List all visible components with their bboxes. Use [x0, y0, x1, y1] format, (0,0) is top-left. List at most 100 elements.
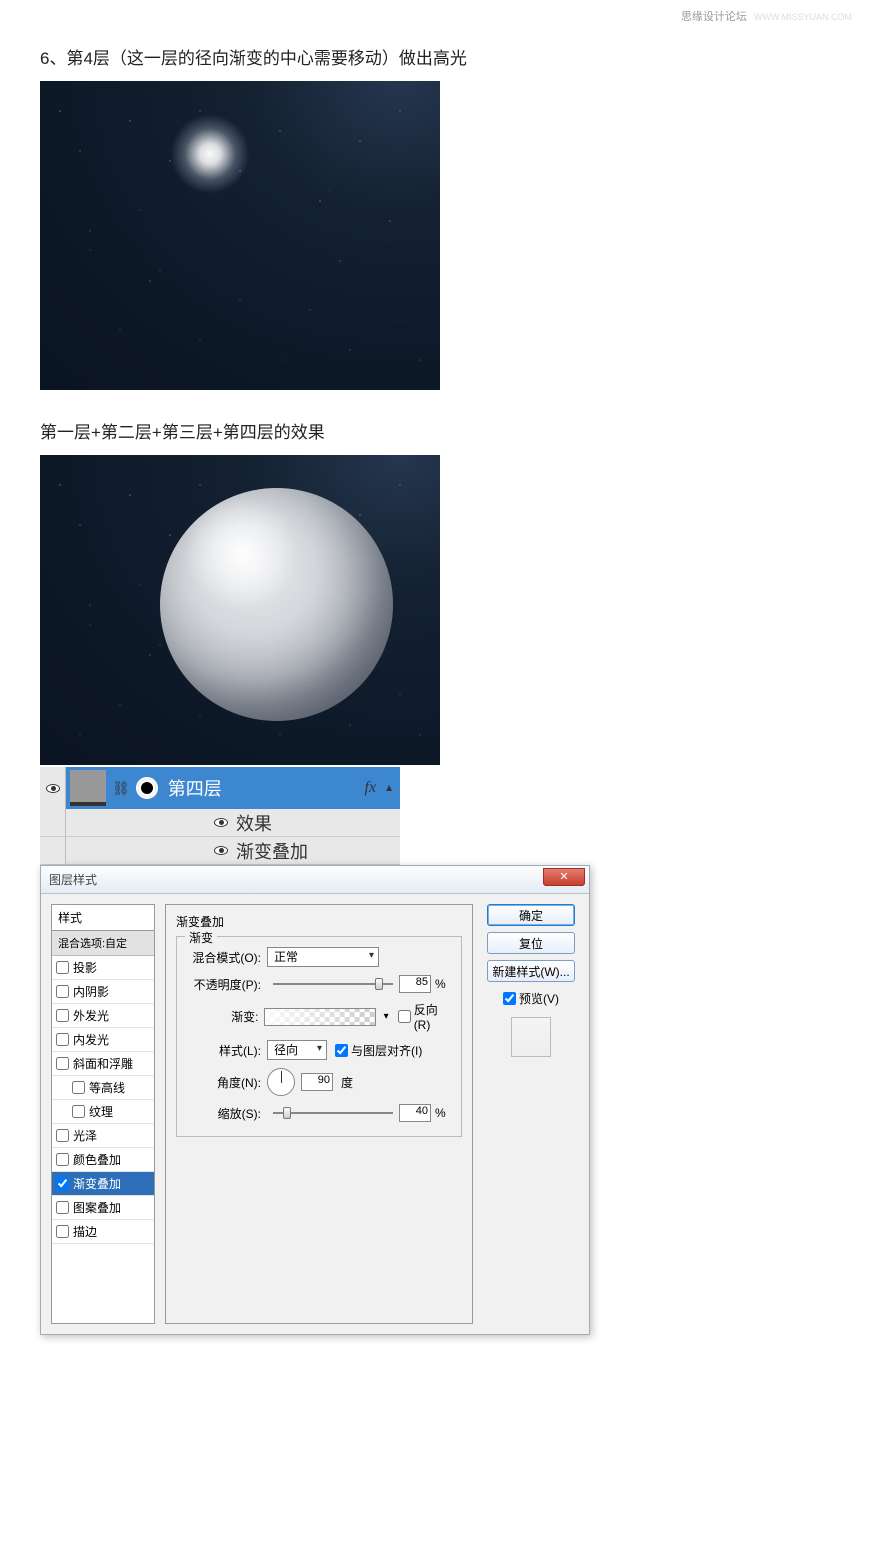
style-checkbox[interactable] [56, 961, 69, 974]
opacity-label: 不透明度(P): [185, 976, 261, 993]
layer-row[interactable]: ⛓ 第四层 fx ▲ [40, 767, 400, 809]
style-item-label: 外发光 [73, 1007, 109, 1024]
style-item[interactable]: 投影 [52, 956, 154, 980]
watermark-text-1: 思缘设计论坛 [681, 11, 747, 23]
style-item[interactable]: 图案叠加 [52, 1196, 154, 1220]
opacity-slider[interactable] [273, 983, 393, 985]
mask-thumbnail[interactable] [136, 777, 158, 799]
style-item[interactable]: 内发光 [52, 1028, 154, 1052]
style-item[interactable]: 外发光 [52, 1004, 154, 1028]
style-item-label: 投影 [73, 959, 97, 976]
style-item[interactable]: 纹理 [52, 1100, 154, 1124]
style-item-label: 纹理 [89, 1103, 113, 1120]
style-checkbox[interactable] [56, 1225, 69, 1238]
blend-mode-select[interactable]: 正常 [267, 947, 379, 967]
eye-icon[interactable] [214, 846, 228, 855]
style-checkbox[interactable] [72, 1081, 85, 1094]
scale-slider[interactable] [273, 1112, 393, 1114]
style-item[interactable]: 等高线 [52, 1076, 154, 1100]
style-checkbox[interactable] [56, 1057, 69, 1070]
watermark: 思缘设计论坛 WWW.MISSYUAN.COM [681, 8, 852, 24]
preview-image-highlight [40, 81, 440, 390]
gradient-overlay-row[interactable]: 渐变叠加 [40, 837, 400, 865]
style-checkbox[interactable] [56, 1201, 69, 1214]
style-item[interactable]: 颜色叠加 [52, 1148, 154, 1172]
dialog-buttons: 确定 复位 新建样式(W)... 预览(V) [483, 904, 579, 1324]
new-style-button[interactable]: 新建样式(W)... [487, 960, 575, 982]
style-item-label: 斜面和浮雕 [73, 1055, 133, 1072]
scale-input[interactable]: 40 [399, 1104, 431, 1122]
preview-toggle[interactable]: 预览(V) [503, 990, 559, 1007]
style-checkbox[interactable] [56, 985, 69, 998]
watermark-text-2: WWW.MISSYUAN.COM [754, 12, 852, 22]
style-item[interactable]: 渐变叠加 [52, 1172, 154, 1196]
link-icon: ⛓ [112, 780, 130, 797]
style-item[interactable]: 斜面和浮雕 [52, 1052, 154, 1076]
style-item-label: 内阴影 [73, 983, 109, 1000]
combined-caption: 第一层+第二层+第三层+第四层的效果 [40, 418, 832, 443]
layer-style-dialog: 图层样式 ✕ 样式 混合选项:自定 投影内阴影外发光内发光斜面和浮雕等高线纹理光… [40, 865, 590, 1335]
titlebar[interactable]: 图层样式 ✕ [41, 866, 589, 894]
style-select[interactable]: 径向 [267, 1040, 327, 1060]
style-item-label: 等高线 [89, 1079, 125, 1096]
fieldset-legend: 渐变 [185, 929, 217, 946]
eye-icon [46, 784, 60, 793]
layer-thumbnail[interactable] [70, 770, 106, 806]
eye-icon[interactable] [214, 818, 228, 827]
layer-name[interactable]: 第四层 [168, 775, 365, 801]
degree-label: 度 [341, 1074, 353, 1091]
sphere [160, 488, 393, 721]
style-item-label: 图案叠加 [73, 1199, 121, 1216]
angle-input[interactable]: 90 [301, 1073, 333, 1091]
style-checkbox[interactable] [56, 1129, 69, 1142]
slider-thumb[interactable] [283, 1107, 291, 1119]
fx-collapse-arrow[interactable]: ▲ [384, 783, 394, 794]
gradient-label: 渐变: [185, 1008, 258, 1025]
blend-options-item[interactable]: 混合选项:自定 [52, 931, 154, 956]
gradient-picker[interactable] [264, 1008, 375, 1026]
style-checkbox[interactable] [56, 1153, 69, 1166]
style-checkbox[interactable] [56, 1033, 69, 1046]
style-item[interactable]: 描边 [52, 1220, 154, 1244]
style-checkbox[interactable] [56, 1177, 69, 1190]
layers-panel: ⛓ 第四层 fx ▲ 效果 渐变叠加 [40, 767, 400, 865]
settings-panel: 渐变叠加 渐变 混合模式(O): 正常 不透明度(P): 85 % 渐变: [165, 904, 473, 1324]
angle-label: 角度(N): [185, 1074, 261, 1091]
effects-row[interactable]: 效果 [40, 809, 400, 837]
styles-header[interactable]: 样式 [52, 905, 154, 931]
reverse-label: 反向(R) [414, 1001, 453, 1032]
style-item-label: 渐变叠加 [73, 1175, 121, 1192]
group-title: 渐变叠加 [176, 913, 462, 930]
styles-list: 样式 混合选项:自定 投影内阴影外发光内发光斜面和浮雕等高线纹理光泽颜色叠加渐变… [51, 904, 155, 1324]
reverse-checkbox[interactable] [398, 1010, 411, 1023]
preview-label: 预览(V) [519, 990, 559, 1007]
align-checkbox[interactable] [335, 1044, 348, 1057]
gradient-fieldset: 渐变 混合模式(O): 正常 不透明度(P): 85 % 渐变: [176, 936, 462, 1137]
ok-button[interactable]: 确定 [487, 904, 575, 926]
visibility-toggle[interactable] [40, 809, 66, 836]
style-item[interactable]: 内阴影 [52, 980, 154, 1004]
effects-label: 效果 [236, 810, 272, 836]
preview-swatch [511, 1017, 551, 1057]
style-checkbox[interactable] [56, 1009, 69, 1022]
step-6-text: 6、第4层（这一层的径向渐变的中心需要移动）做出高光 [40, 44, 832, 69]
style-label: 样式(L): [185, 1042, 261, 1059]
style-item-label: 光泽 [73, 1127, 97, 1144]
style-checkbox[interactable] [72, 1105, 85, 1118]
style-item-label: 内发光 [73, 1031, 109, 1048]
visibility-toggle[interactable] [40, 837, 66, 864]
percent-sign: % [435, 1106, 446, 1120]
reset-button[interactable]: 复位 [487, 932, 575, 954]
preview-image-combined [40, 455, 440, 765]
angle-dial[interactable] [267, 1068, 295, 1096]
style-item[interactable]: 光泽 [52, 1124, 154, 1148]
slider-thumb[interactable] [375, 978, 383, 990]
style-item-label: 颜色叠加 [73, 1151, 121, 1168]
fx-label[interactable]: fx [365, 779, 377, 797]
opacity-input[interactable]: 85 [399, 975, 431, 993]
visibility-toggle[interactable] [40, 767, 66, 809]
highlight-glow [170, 114, 250, 194]
preview-checkbox[interactable] [503, 992, 516, 1005]
close-button[interactable]: ✕ [543, 868, 585, 886]
scale-label: 缩放(S): [185, 1105, 261, 1122]
